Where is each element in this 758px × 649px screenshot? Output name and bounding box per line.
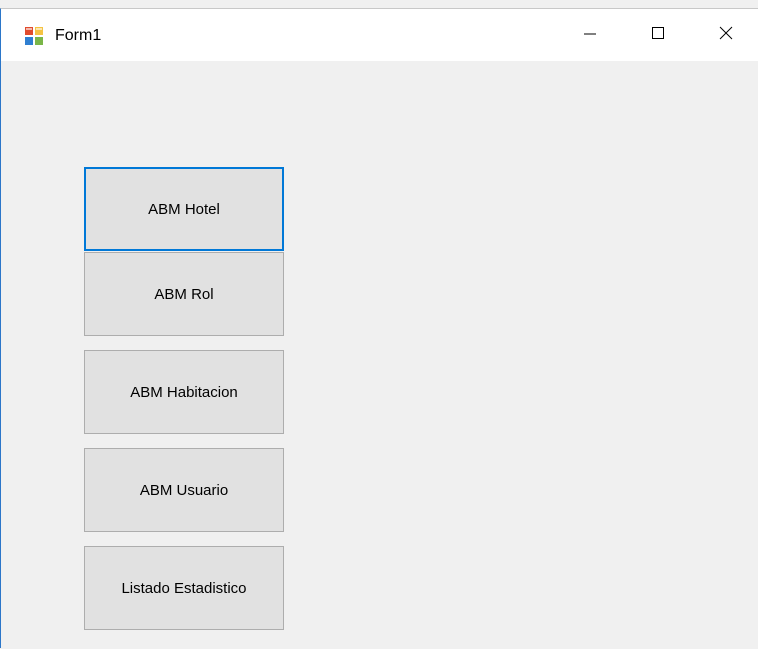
minimize-icon bbox=[582, 25, 598, 46]
form-app-icon[interactable] bbox=[25, 27, 43, 45]
title-bar[interactable]: Form1 bbox=[1, 9, 758, 61]
listado-estadistico-button[interactable]: Listado Estadistico bbox=[84, 546, 284, 630]
window-title: Form1 bbox=[55, 27, 102, 44]
abm-usuario-button[interactable]: ABM Usuario bbox=[84, 448, 284, 532]
form1-window: Form1 ABM Hotel ABM Rol ABM Habitacion A… bbox=[0, 8, 758, 649]
abm-habitacion-button[interactable]: ABM Habitacion bbox=[84, 350, 284, 434]
minimize-button[interactable] bbox=[558, 9, 622, 61]
abm-hotel-button[interactable]: ABM Hotel bbox=[84, 167, 284, 251]
close-button[interactable] bbox=[694, 9, 758, 61]
maximize-icon bbox=[650, 25, 666, 46]
maximize-button[interactable] bbox=[626, 9, 690, 61]
close-icon bbox=[718, 25, 734, 46]
abm-rol-button[interactable]: ABM Rol bbox=[84, 252, 284, 336]
form-client-area: ABM Hotel ABM Rol ABM Habitacion ABM Usu… bbox=[1, 61, 758, 649]
